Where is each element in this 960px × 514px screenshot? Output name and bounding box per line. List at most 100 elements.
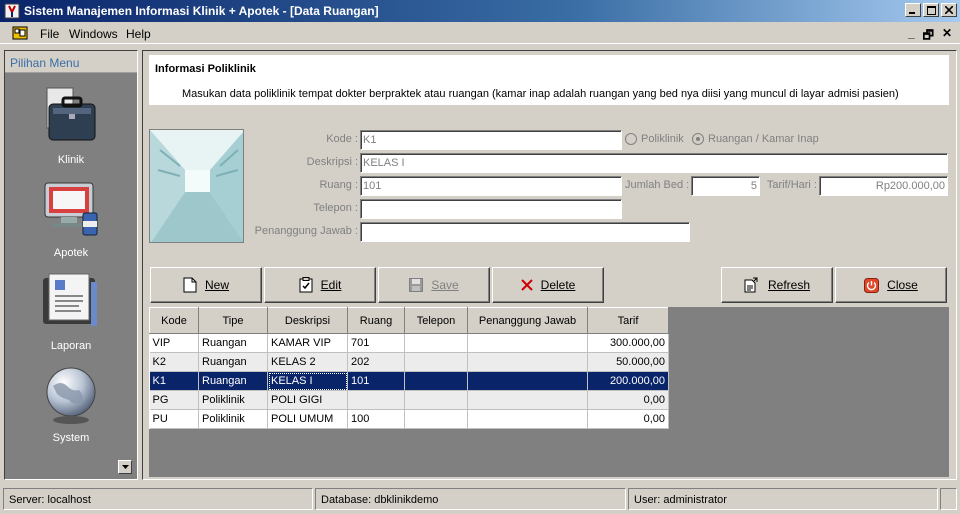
table-cell[interactable] [404, 333, 468, 353]
table-cell[interactable] [467, 352, 588, 372]
table-cell[interactable]: Poliklinik [198, 390, 268, 410]
new-button[interactable]: New [150, 267, 262, 303]
sidebar-item-laporan[interactable]: Laporan [5, 270, 137, 352]
mdi-minimize-button[interactable]: _ [908, 26, 915, 47]
table-cell[interactable] [467, 371, 588, 391]
table-cell[interactable]: PG [149, 390, 199, 410]
tarif-field[interactable]: Rp200.000,00 [819, 176, 948, 196]
column-header-kode[interactable]: Kode [149, 307, 199, 334]
table-cell[interactable]: 50.000,00 [587, 352, 669, 372]
table-cell[interactable]: PU [149, 409, 199, 429]
table-cell[interactable] [347, 390, 405, 410]
table-cell[interactable]: K1 [149, 371, 199, 391]
table-cell[interactable]: 701 [347, 333, 405, 353]
info-box: Informasi Poliklinik Masukan data polikl… [149, 55, 949, 105]
table-cell[interactable]: KELAS 2 [267, 352, 348, 372]
column-header-penanggung-jawab[interactable]: Penanggung Jawab [467, 307, 588, 334]
telepon-field[interactable] [360, 199, 622, 219]
radio-poliklinik-label: Poliklinik [641, 133, 684, 145]
sidebar-item-label: Klinik [57, 154, 85, 166]
power-icon [864, 277, 880, 293]
table-cell-focused[interactable]: KELAS I [267, 371, 348, 391]
data-grid[interactable]: Kode Tipe Deskripsi Ruang Telepon Penang… [149, 307, 669, 429]
refresh-button[interactable]: Refresh [721, 267, 833, 303]
sidebar-scroll-down-button[interactable] [118, 460, 132, 474]
table-cell[interactable]: 101 [347, 371, 405, 391]
mdi-close-button[interactable]: ✕ [942, 26, 952, 47]
table-cell[interactable] [404, 390, 468, 410]
title-bar[interactable]: Sistem Manajemen Informasi Klinik + Apot… [0, 0, 960, 22]
main-pane: Informasi Poliklinik Masukan data polikl… [142, 50, 957, 480]
menu-windows[interactable]: Windows [69, 27, 118, 41]
document-window-icon[interactable] [12, 25, 28, 41]
save-button[interactable]: Save [378, 267, 490, 303]
minimize-icon [909, 12, 915, 14]
column-header-deskripsi[interactable]: Deskripsi [267, 307, 348, 334]
kode-field[interactable]: K1 [360, 130, 622, 150]
table-cell[interactable]: KAMAR VIP [267, 333, 348, 353]
kode-label: Kode : [326, 133, 358, 145]
edit-button-label: Edit [320, 278, 342, 292]
table-row[interactable]: K2 Ruangan KELAS 2 202 50.000,00 [149, 352, 669, 372]
table-cell[interactable] [467, 390, 588, 410]
table-cell[interactable] [404, 409, 468, 429]
table-cell[interactable]: 0,00 [587, 390, 669, 410]
close-button[interactable]: Close [835, 267, 947, 303]
table-cell[interactable]: 100 [347, 409, 405, 429]
table-row[interactable]: VIP Ruangan KAMAR VIP 701 300.000,00 [149, 333, 669, 353]
sidebar-item-system[interactable]: System [5, 362, 137, 444]
status-bar: Server: localhost Database: dbklinikdemo… [0, 486, 960, 514]
sidebar-item-label: Laporan [50, 340, 92, 352]
table-row-selected[interactable]: K1 Ruangan KELAS I 101 200.000,00 [149, 371, 669, 391]
table-cell[interactable]: VIP [149, 333, 199, 353]
menu-file[interactable]: File [40, 27, 59, 41]
table-cell[interactable]: 202 [347, 352, 405, 372]
table-cell[interactable]: 200.000,00 [587, 371, 669, 391]
jumlah-bed-field[interactable]: 5 [691, 176, 760, 196]
close-window-button[interactable] [941, 3, 957, 17]
table-cell[interactable] [404, 371, 468, 391]
maximize-button[interactable] [923, 3, 939, 17]
app-icon[interactable] [4, 3, 20, 19]
size-grip[interactable] [940, 488, 957, 510]
close-button-label: Close [887, 278, 918, 292]
table-cell[interactable]: 300.000,00 [587, 333, 669, 353]
mdi-restore-button[interactable]: 🗗 [923, 26, 934, 47]
table-cell[interactable]: POLI GIGI [267, 390, 348, 410]
table-cell[interactable]: K2 [149, 352, 199, 372]
table-cell[interactable]: Ruangan [198, 371, 268, 391]
radio-poliklinik[interactable]: Poliklinik [625, 133, 684, 145]
ruang-field[interactable]: 101 [360, 176, 622, 196]
new-button-label: New [204, 278, 229, 292]
column-header-tipe[interactable]: Tipe [198, 307, 268, 334]
table-cell[interactable]: Poliklinik [198, 409, 268, 429]
table-cell[interactable] [467, 333, 588, 353]
menu-bar: File Windows Help _ 🗗 ✕ [0, 22, 960, 44]
sidebar-item-label: Apotek [53, 247, 89, 259]
delete-button[interactable]: Delete [492, 267, 604, 303]
table-cell[interactable]: POLI UMUM [267, 409, 348, 429]
penanggung-jawab-field[interactable] [360, 222, 690, 242]
table-row[interactable]: PU Poliklinik POLI UMUM 100 0,00 [149, 409, 669, 429]
table-cell[interactable]: Ruangan [198, 352, 268, 372]
table-cell[interactable] [467, 409, 588, 429]
status-database: Database: dbklinikdemo [315, 488, 626, 510]
sidebar-header: Pilihan Menu [5, 51, 137, 73]
radio-ruangan[interactable]: Ruangan / Kamar Inap [692, 133, 819, 145]
column-header-telepon[interactable]: Telepon [404, 307, 468, 334]
minimize-button[interactable] [905, 3, 921, 17]
column-header-ruang[interactable]: Ruang [347, 307, 405, 334]
telepon-label: Telepon : [313, 202, 358, 214]
edit-button[interactable]: Edit [264, 267, 376, 303]
table-cell[interactable]: 0,00 [587, 409, 669, 429]
tarif-label: Tarif/Hari : [766, 179, 817, 191]
table-cell[interactable] [404, 352, 468, 372]
data-grid-area[interactable]: Kode Tipe Deskripsi Ruang Telepon Penang… [149, 307, 949, 477]
sidebar-item-apotek[interactable]: Apotek [5, 177, 137, 259]
table-row[interactable]: PG Poliklinik POLI GIGI 0,00 [149, 390, 669, 410]
sidebar-item-klinik[interactable]: Klinik [5, 84, 137, 166]
column-header-tarif[interactable]: Tarif [587, 307, 669, 334]
menu-help[interactable]: Help [126, 27, 151, 41]
deskripsi-field[interactable]: KELAS I [360, 153, 948, 173]
table-cell[interactable]: Ruangan [198, 333, 268, 353]
